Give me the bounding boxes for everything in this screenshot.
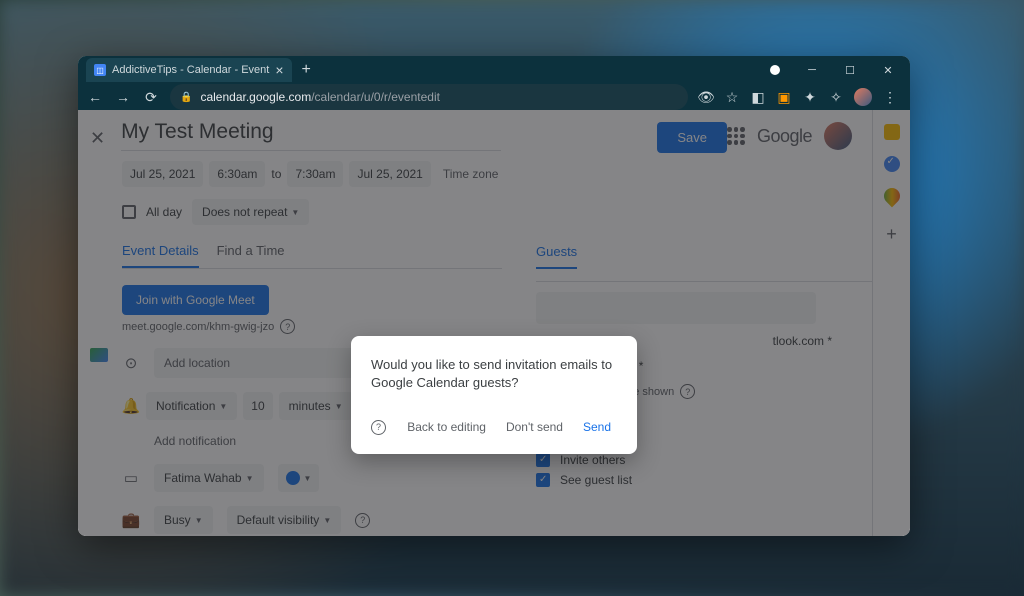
eye-extension-icon[interactable]: 👁 xyxy=(698,89,714,105)
extension-icon-1[interactable]: ◧ xyxy=(750,89,766,105)
account-dot-icon[interactable] xyxy=(770,65,780,75)
extension-icon-3[interactable]: ✦ xyxy=(802,89,818,105)
browser-tab[interactable]: ◫ AddictiveTips - Calendar - Event × xyxy=(86,58,292,82)
dont-send-button[interactable]: Don't send xyxy=(500,414,569,440)
lock-icon: 🔒 xyxy=(180,92,192,103)
back-button[interactable]: ← xyxy=(86,89,104,105)
extension-icon-2[interactable]: ▣ xyxy=(776,89,792,105)
send-invitation-dialog: Would you like to send invitation emails… xyxy=(351,336,637,454)
new-tab-button[interactable]: + xyxy=(302,61,311,79)
url-path: /calendar/u/0/r/eventedit xyxy=(311,90,440,104)
extensions-puzzle-icon[interactable]: ✧ xyxy=(828,89,844,105)
dialog-help-icon[interactable]: ? xyxy=(371,420,386,435)
back-to-editing-button[interactable]: Back to editing xyxy=(401,414,492,440)
tab-title: AddictiveTips - Calendar - Event xyxy=(112,64,269,76)
calendar-favicon: ◫ xyxy=(94,64,106,76)
titlebar: ◫ AddictiveTips - Calendar - Event × + ─… xyxy=(78,56,910,84)
send-button[interactable]: Send xyxy=(577,414,617,440)
bookmark-star-icon[interactable]: ☆ xyxy=(724,89,740,105)
chrome-menu-icon[interactable]: ⋮ xyxy=(882,89,898,105)
url-domain: calendar.google.com xyxy=(200,90,311,104)
maximize-button[interactable]: ☐ xyxy=(832,56,868,84)
reload-button[interactable]: ⟳ xyxy=(142,89,160,106)
browser-window: ◫ AddictiveTips - Calendar - Event × + ─… xyxy=(78,56,910,536)
profile-avatar-icon[interactable] xyxy=(854,88,872,106)
close-window-button[interactable]: ✕ xyxy=(870,56,906,84)
minimize-button[interactable]: ─ xyxy=(794,56,830,84)
forward-button[interactable]: → xyxy=(114,89,132,105)
modal-overlay: Would you like to send invitation emails… xyxy=(78,110,910,536)
url-input[interactable]: 🔒 calendar.google.com/calendar/u/0/r/eve… xyxy=(170,84,688,110)
address-bar: ← → ⟳ 🔒 calendar.google.com/calendar/u/0… xyxy=(78,84,910,110)
dialog-text: Would you like to send invitation emails… xyxy=(371,356,617,392)
tab-close-icon[interactable]: × xyxy=(275,62,283,78)
